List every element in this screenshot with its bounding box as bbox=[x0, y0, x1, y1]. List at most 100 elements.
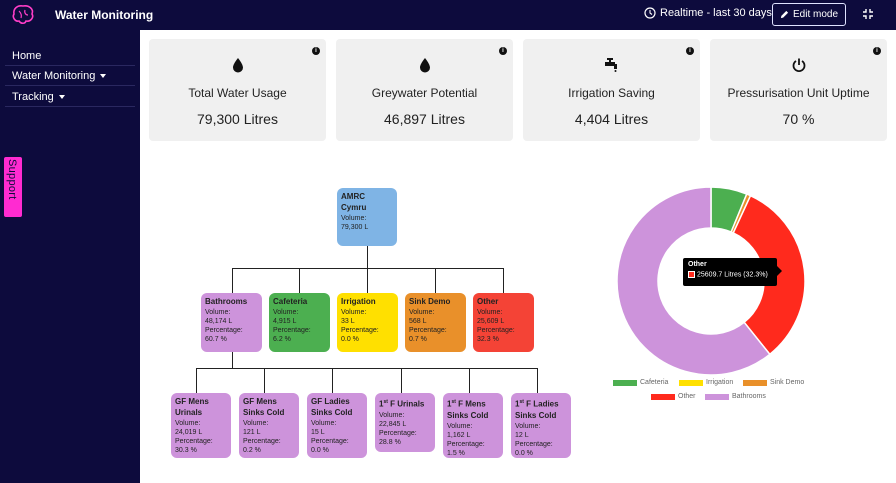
node-percentage-label: Percentage: bbox=[175, 438, 213, 445]
clock-icon bbox=[644, 7, 656, 19]
realtime-label: Realtime - last 30 days bbox=[660, 7, 772, 19]
tree-connector bbox=[232, 268, 233, 293]
node-volume-label: Volume: bbox=[205, 309, 231, 316]
chart-tooltip: Other 25609.7 Litres (32.3%) bbox=[683, 258, 777, 286]
node-volume-value: 568 L bbox=[409, 318, 427, 325]
tree-connector bbox=[401, 368, 402, 393]
info-icon[interactable]: i bbox=[873, 47, 881, 55]
node-title: 1st F Mens bbox=[447, 399, 486, 409]
kpi-value: 79,300 Litres bbox=[197, 111, 278, 127]
tree-node-cafeteria[interactable]: Cafeteria Volume: 4,915 L Percentage: 6.… bbox=[269, 293, 330, 352]
node-percentage-value: 60.7 % bbox=[205, 336, 227, 343]
exit-fullscreen-icon[interactable] bbox=[862, 8, 874, 20]
tree-connector bbox=[537, 368, 538, 393]
node-title: 1st F Urinals bbox=[379, 399, 425, 409]
node-percentage-value: 0.7 % bbox=[409, 336, 427, 343]
node-title: Sinks Cold bbox=[311, 408, 353, 417]
node-percentage-label: Percentage: bbox=[341, 327, 379, 334]
node-percentage-label: Percentage: bbox=[515, 440, 553, 448]
node-percentage-label: Percentage: bbox=[447, 440, 485, 448]
edit-mode-label: Edit mode bbox=[792, 9, 839, 20]
legend-item-bathrooms[interactable]: Bathrooms bbox=[705, 393, 766, 400]
tree-node-irrigation[interactable]: Irrigation Volume: 33 L Percentage: 0.0 … bbox=[337, 293, 398, 352]
tree-connector bbox=[435, 268, 436, 293]
support-tab[interactable]: Support bbox=[4, 157, 22, 217]
info-icon[interactable]: i bbox=[312, 47, 320, 55]
node-percentage-label: Percentage: bbox=[243, 438, 281, 445]
tree-node-root[interactable]: AMRC Cymru Volume: 79,300 L bbox=[337, 188, 397, 246]
node-volume-value: 1,162 L bbox=[447, 431, 471, 439]
tree-node-gf-ladies-sinks[interactable]: GF Ladies Sinks Cold Volume: 15 L Percen… bbox=[307, 393, 367, 458]
brain-logo-icon bbox=[12, 5, 34, 25]
node-percentage-label: Percentage: bbox=[273, 327, 311, 334]
tooltip-title: Other bbox=[688, 261, 707, 268]
node-percentage-label: Percentage: bbox=[205, 327, 243, 334]
kpi-value: 70 % bbox=[782, 111, 815, 127]
node-percentage-label: Percentage: bbox=[379, 429, 417, 437]
legend-swatch bbox=[613, 379, 637, 386]
legend-swatch bbox=[705, 393, 729, 400]
top-bar: Water Monitoring Realtime - last 30 days… bbox=[0, 0, 896, 30]
node-title: Cymru bbox=[341, 203, 367, 212]
legend-label: Other bbox=[678, 393, 696, 400]
node-volume-label: Volume: bbox=[477, 309, 503, 316]
info-icon[interactable]: i bbox=[686, 47, 694, 55]
node-volume-value: 22,845 L bbox=[379, 420, 407, 428]
kpi-label: Irrigation Saving bbox=[568, 86, 655, 100]
node-title: Bathrooms bbox=[205, 297, 248, 306]
tap-icon bbox=[604, 58, 617, 72]
sidebar-item-label: Water Monitoring bbox=[12, 70, 96, 82]
node-percentage-label: Percentage: bbox=[477, 327, 515, 334]
power-icon bbox=[792, 58, 805, 72]
legend-item-sink-demo[interactable]: Sink Demo bbox=[743, 379, 804, 386]
tree-node-gf-mens-urinals[interactable]: GF Mens Urinals Volume: 24,019 L Percent… bbox=[171, 393, 231, 458]
sidebar-item-water-monitoring[interactable]: Water Monitoring bbox=[5, 66, 135, 86]
kpi-card-greywater: i Greywater Potential 46,897 Litres bbox=[336, 39, 513, 141]
tree-node-sink-demo[interactable]: Sink Demo Volume: 568 L Percentage: 0.7 … bbox=[405, 293, 466, 352]
legend-item-cafeteria[interactable]: Cafeteria bbox=[613, 379, 668, 386]
node-title: 1st F Ladies bbox=[515, 399, 559, 409]
tree-node-1st-f-mens-sinks[interactable]: 1st F Mens Sinks Cold Volume: 1,162 L Pe… bbox=[443, 393, 503, 458]
caret-down-icon bbox=[58, 95, 65, 100]
node-volume-label: Volume: bbox=[409, 309, 435, 316]
legend-label: Sink Demo bbox=[770, 379, 805, 386]
tooltip-text: 25609.7 Litres (32.3%) bbox=[697, 271, 768, 279]
node-percentage-value: 0.0 % bbox=[311, 447, 329, 454]
legend-item-irrigation[interactable]: Irrigation bbox=[679, 379, 733, 386]
node-percentage-value: 32.3 % bbox=[477, 336, 499, 343]
caret-down-icon bbox=[100, 74, 107, 79]
node-volume-label: Volume: bbox=[379, 411, 405, 419]
sidebar: Home Water Monitoring Tracking Support bbox=[0, 30, 140, 483]
kpi-card-total-water: i Total Water Usage 79,300 Litres bbox=[149, 39, 326, 141]
kpi-card-pressurisation: i Pressurisation Unit Uptime 70 % bbox=[710, 39, 887, 141]
tooltip-arrow bbox=[777, 266, 782, 276]
node-percentage-value: 0.0 % bbox=[341, 336, 359, 343]
sidebar-item-home[interactable]: Home bbox=[5, 46, 135, 66]
tree-node-other[interactable]: Other Volume: 25,609 L Percentage: 32.3 … bbox=[473, 293, 534, 352]
app-root: { "header": { "title": "Water Monitoring… bbox=[0, 0, 896, 483]
node-percentage-value: 1.5 % bbox=[447, 449, 465, 457]
node-volume-value: 33 L bbox=[341, 318, 355, 325]
node-percentage-value: 6.2 % bbox=[273, 336, 291, 343]
info-icon[interactable]: i bbox=[499, 47, 507, 55]
node-title: Sinks Cold bbox=[447, 410, 489, 420]
legend-item-other[interactable]: Other bbox=[651, 393, 696, 400]
edit-mode-button[interactable]: Edit mode bbox=[772, 3, 846, 26]
node-percentage-value: 28.8 % bbox=[379, 438, 401, 446]
realtime-range-button[interactable]: Realtime - last 30 days bbox=[644, 7, 772, 19]
tree-node-1st-f-ladies-sinks[interactable]: 1st F Ladies Sinks Cold Volume: 12 L Per… bbox=[511, 393, 571, 458]
sidebar-item-tracking[interactable]: Tracking bbox=[5, 87, 135, 107]
tree-connector bbox=[367, 246, 368, 268]
node-volume-value: 121 L bbox=[243, 429, 261, 436]
pencil-icon bbox=[780, 10, 789, 19]
tree-node-1st-f-urinals[interactable]: 1st F Urinals Volume: 22,845 L Percentag… bbox=[375, 393, 435, 452]
tree-node-bathrooms[interactable]: Bathrooms Volume: 48,174 L Percentage: 6… bbox=[201, 293, 262, 352]
node-volume-label: Volume: bbox=[273, 309, 299, 316]
legend-swatch bbox=[651, 393, 675, 400]
node-volume-label: Volume: bbox=[341, 215, 367, 222]
node-volume-value: 12 L bbox=[515, 431, 529, 439]
kpi-card-irrigation: i Irrigation Saving 4,404 Litres bbox=[523, 39, 700, 141]
tree-connector bbox=[469, 368, 470, 393]
tree-node-gf-mens-sinks[interactable]: GF Mens Sinks Cold Volume: 121 L Percent… bbox=[239, 393, 299, 458]
tree-connector bbox=[196, 368, 538, 369]
